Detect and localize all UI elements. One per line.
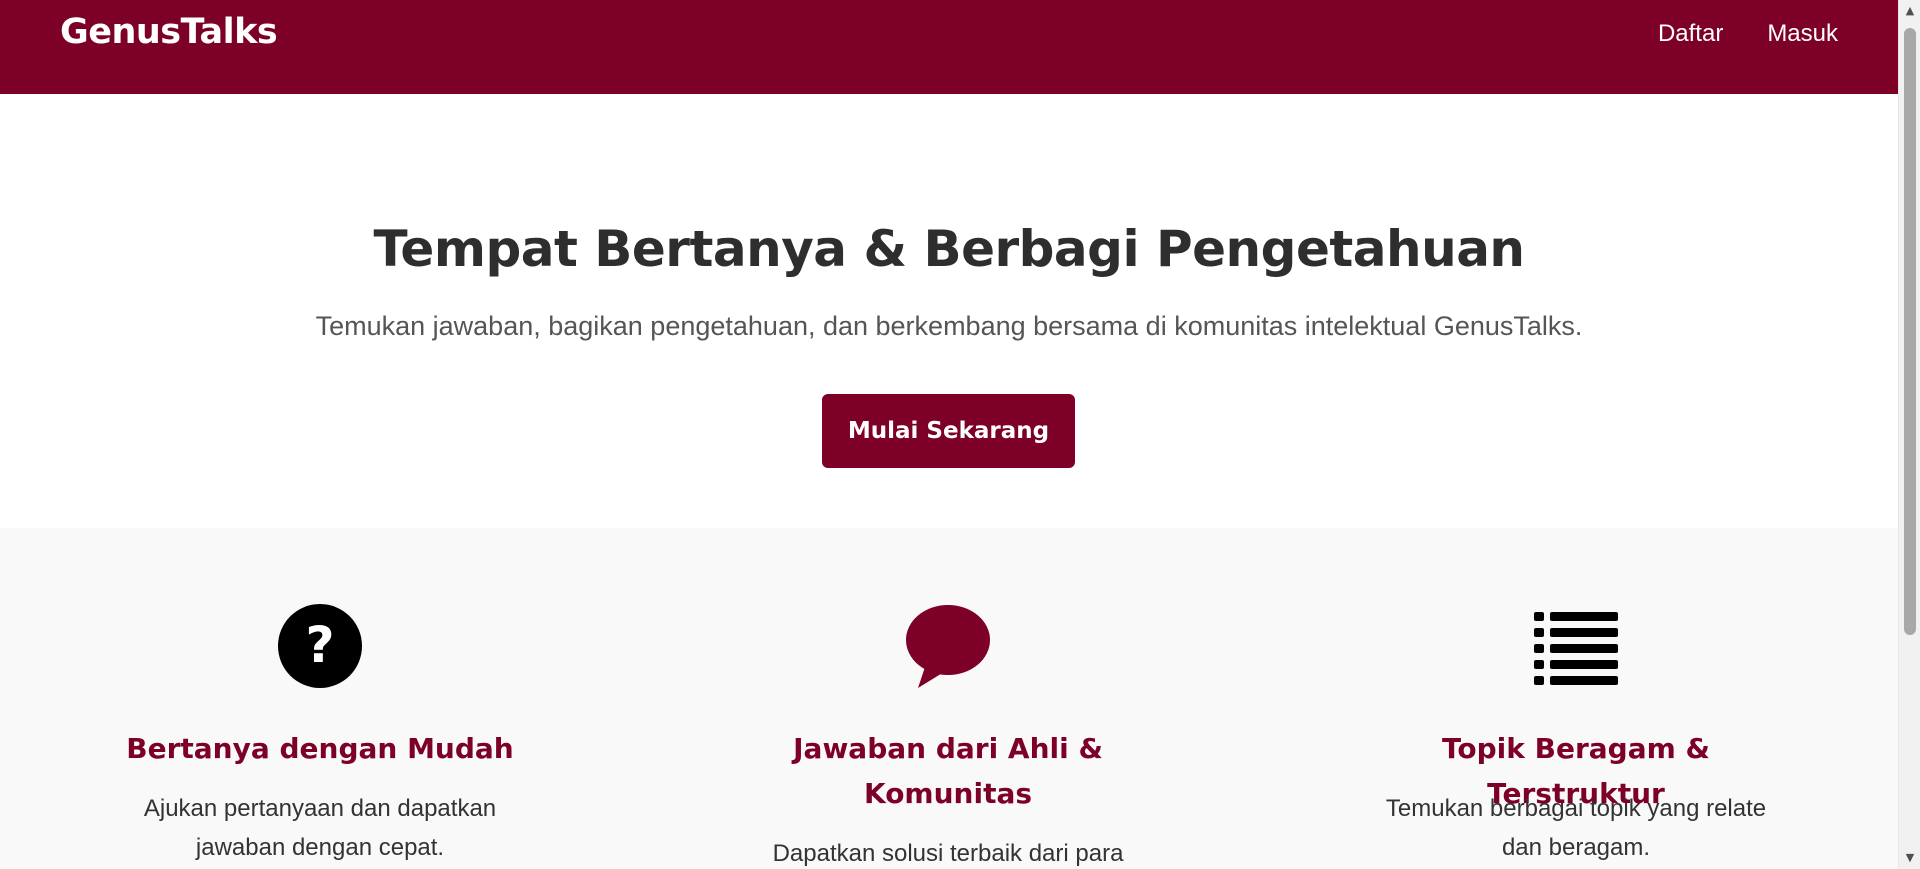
vertical-scrollbar[interactable]: ▲ ▼ (1898, 0, 1920, 869)
list-icon (1534, 612, 1618, 685)
feature-description: Temukan berbagai topik yang relate dan b… (1385, 795, 1767, 861)
feature-description: Dapatkan solusi terbaik dari para (772, 840, 1124, 867)
nav-links: Daftar Masuk (1658, 20, 1838, 48)
nav-daftar-link[interactable]: Daftar (1658, 20, 1723, 48)
scroll-up-arrow-icon[interactable]: ▲ (1899, 2, 1920, 20)
top-navbar: GenusTalks Daftar Masuk (0, 0, 1898, 94)
feature-description: Ajukan pertanyaan dan dapatkan jawaban d… (143, 795, 497, 861)
hero-section: Tempat Bertanya & Berbagi Pengetahuan Te… (0, 94, 1898, 528)
hero-title: Tempat Bertanya & Berbagi Pengetahuan (373, 220, 1525, 278)
brand-logo[interactable]: GenusTalks (60, 12, 278, 52)
question-circle-icon: ? (278, 604, 362, 688)
hero-subtitle: Temukan jawaban, bagikan pengetahuan, da… (315, 311, 1583, 341)
feature-title: Bertanya dengan Mudah (126, 732, 514, 765)
speech-bubble-icon (906, 605, 990, 688)
svg-text:?: ? (305, 616, 334, 674)
scroll-down-arrow-icon[interactable]: ▼ (1899, 849, 1920, 867)
start-now-button[interactable]: Mulai Sekarang (822, 394, 1075, 468)
nav-masuk-link[interactable]: Masuk (1767, 20, 1838, 48)
scrollbar-thumb[interactable] (1904, 28, 1916, 635)
features-section: ? Bertanya dengan Mudah Ajukan pertanyaa… (0, 528, 1898, 869)
page: GenusTalks Daftar Masuk Tempat Bertanya … (0, 0, 1920, 869)
feature-title: Jawaban dari Ahli & Komunitas (793, 732, 1103, 810)
